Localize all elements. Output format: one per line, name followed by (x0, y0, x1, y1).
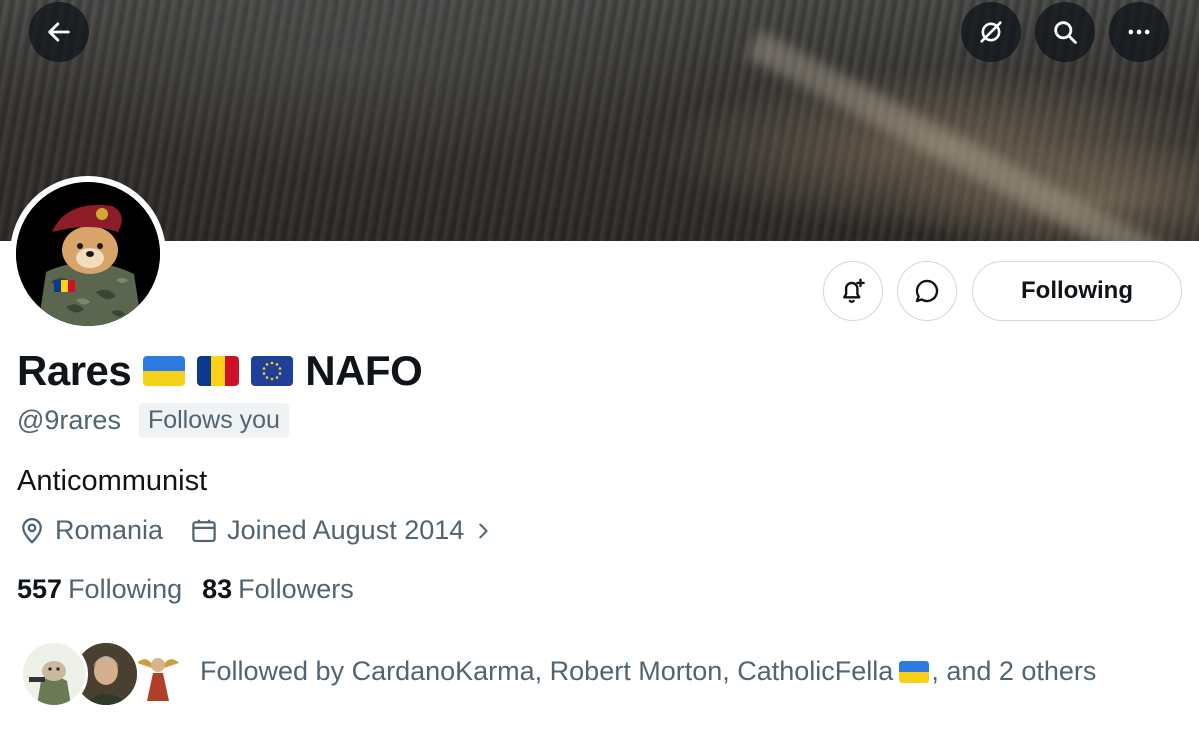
bio: Anticommunist (17, 465, 208, 497)
chevron-right-icon (479, 523, 488, 538)
search-button[interactable] (1035, 2, 1095, 62)
banner-road-texture (745, 30, 1199, 241)
more-button[interactable] (1109, 2, 1169, 62)
avatar[interactable] (16, 182, 160, 326)
location: Romania (17, 515, 163, 546)
followers-label: Followers (238, 574, 354, 604)
calendar-icon (192, 519, 216, 542)
handle-row: @9rares Follows you (17, 403, 289, 438)
bell-plus-icon (843, 278, 865, 304)
grok-icon (980, 21, 1002, 43)
following-label: Following (68, 574, 183, 604)
display-name: Rares NAFO (17, 345, 423, 397)
follows-you-badge: Follows you (138, 403, 289, 438)
following-count: 557 (17, 574, 63, 604)
display-name-suffix: NAFO (305, 347, 423, 394)
followers-count: 83 (202, 574, 233, 604)
location-pin-icon (22, 517, 42, 544)
grok-button[interactable] (961, 2, 1021, 62)
arrow-left-icon (48, 22, 70, 42)
search-icon (1054, 21, 1077, 44)
followed-by-names: Followed by CardanoKarma, Robert Morton,… (200, 656, 894, 686)
avatar-frame[interactable] (10, 176, 166, 332)
display-name-text: Rares (17, 347, 132, 394)
joined-text: Joined August 2014 (227, 515, 465, 545)
mutual-followers-avatars[interactable] (20, 640, 192, 712)
ukraine-flag-icon (143, 356, 186, 386)
avatar-image (16, 182, 160, 326)
back-button[interactable] (29, 2, 89, 62)
location-text: Romania (55, 515, 164, 545)
follow-counts: 557 Following 83 Followers (17, 574, 374, 605)
romania-flag-icon (197, 356, 240, 386)
mutual-avatar-1 (20, 640, 88, 708)
following-count-link[interactable]: 557 Following (17, 574, 182, 605)
profile-meta: Romania Joined August 2014 (17, 515, 520, 546)
ukraine-flag-icon (899, 660, 930, 683)
followers-count-link[interactable]: 83 Followers (202, 574, 354, 605)
message-icon (915, 279, 939, 303)
followed-by-others: , and 2 others (931, 656, 1097, 686)
more-horizontal-icon (1128, 29, 1150, 35)
following-button[interactable]: Following (972, 261, 1182, 321)
joined-date[interactable]: Joined August 2014 (189, 515, 494, 546)
message-button[interactable] (897, 261, 957, 321)
eu-flag-icon (251, 356, 294, 386)
followed-by-text[interactable]: Followed by CardanoKarma, Robert Morton,… (200, 656, 1096, 687)
notifications-button[interactable] (823, 261, 883, 321)
handle: @9rares (17, 405, 121, 435)
